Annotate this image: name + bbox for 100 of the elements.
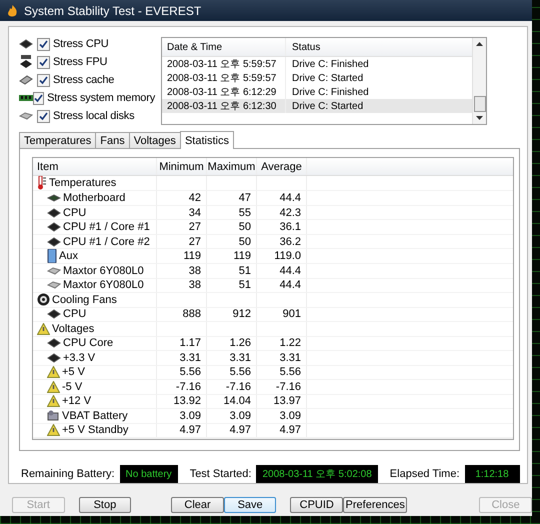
group-label: Temperatures (49, 177, 116, 190)
table-cell: 44.4 (257, 278, 307, 292)
item-label: CPU #1 / Core #1 (63, 221, 150, 234)
table-cell: 3.31 (207, 351, 257, 365)
item-label: +5 V Standby (62, 424, 128, 436)
log-time: 2008-03-11 오후 6:12:30 (162, 99, 286, 113)
table-cell: 119 (207, 249, 257, 264)
dialog-button[interactable]: Preferences (343, 497, 408, 513)
item-label: VBAT Battery (62, 410, 128, 422)
tab[interactable]: Temperatures (19, 132, 96, 148)
table-cell: 42.3 (257, 206, 307, 220)
tab[interactable]: Voltages (128, 132, 181, 148)
table-cell: -7.16 (207, 380, 257, 394)
table-cell: 3.31 (257, 351, 307, 365)
table-cell: 13.97 (257, 394, 307, 408)
table-cell: 912 (207, 308, 257, 322)
dialog-button[interactable]: CPUID (290, 497, 344, 513)
status-display: No battery (120, 465, 178, 483)
column-header[interactable]: Status (286, 42, 320, 52)
table-cell: 27 (157, 234, 207, 248)
log-row[interactable]: 2008-03-11 오후 5:59:57 Drive C: Finished (162, 57, 472, 71)
table-cell: 1.26 (207, 336, 257, 350)
table-cell: 44.4 (257, 264, 307, 278)
table-cell: -7.16 (157, 380, 207, 394)
group-label: Cooling Fans (52, 294, 117, 306)
tab[interactable]: Fans (95, 132, 130, 148)
table-cell: 888 (157, 308, 207, 322)
checkbox-label: Stress system memory (47, 92, 155, 104)
log-status: Drive C: Started (291, 100, 364, 112)
log-status: Drive C: Started (291, 72, 364, 84)
log-time: 2008-03-11 오후 5:59:57 (162, 71, 286, 85)
dialog-button[interactable]: Stop (78, 497, 132, 513)
item-label: +12 V (62, 395, 92, 408)
tab[interactable]: Statistics (180, 131, 234, 149)
table-cell: 42 (157, 191, 207, 205)
table-cell: 50 (207, 234, 257, 248)
table-cell: 1.22 (257, 336, 307, 350)
checkbox-label: Stress cache (53, 74, 114, 86)
dialog-button[interactable]: Clear (171, 497, 224, 513)
item-label: Aux (59, 250, 78, 262)
table-cell: 44.4 (257, 191, 307, 205)
table-cell: 51 (207, 264, 257, 278)
item-label: CPU (63, 206, 86, 219)
table-cell: 36.1 (257, 220, 307, 234)
table-cell: 5.56 (257, 366, 307, 380)
checkbox-label: Stress FPU (53, 56, 108, 68)
table-cell: 34 (157, 206, 207, 220)
column-header[interactable]: Maximum (207, 158, 257, 176)
table-cell: 47 (207, 191, 257, 205)
item-label: CPU (63, 308, 86, 320)
table-cell: 3.09 (157, 409, 207, 423)
table-cell: 4.97 (157, 424, 207, 438)
log-status: Drive C: Finished (291, 58, 369, 70)
checkbox-label: Stress local disks (53, 110, 134, 122)
item-label: CPU #1 / Core #2 (63, 236, 150, 248)
table-cell: 51 (207, 278, 257, 292)
status-display: 2008-03-11 오후 5:02:08 (256, 465, 378, 483)
table-cell: 27 (157, 220, 207, 234)
item-label: CPU Core (63, 337, 114, 350)
item-label: +3.3 V (63, 352, 96, 364)
table-cell: 901 (257, 308, 307, 322)
table-cell: -7.16 (257, 380, 307, 394)
table-cell: 38 (157, 278, 207, 292)
table-cell: 119 (157, 249, 207, 264)
table-cell: 3.09 (257, 409, 307, 423)
log-status: Drive C: Finished (291, 86, 369, 98)
column-header[interactable]: Date & Time (162, 38, 286, 56)
table-cell: 36.2 (257, 234, 307, 248)
table-cell: 13.92 (157, 394, 207, 408)
column-header[interactable]: Minimum (157, 158, 207, 176)
status-display: 1:12:18 (464, 465, 520, 483)
status-label: Remaining Battery: (21, 468, 115, 480)
table-cell: 14.04 (207, 394, 257, 408)
table-cell: 50 (207, 220, 257, 234)
table-cell: 55 (207, 206, 257, 220)
table-cell: 4.97 (257, 424, 307, 438)
item-label: Maxtor 6Y080L0 (63, 279, 144, 292)
item-label: Maxtor 6Y080L0 (63, 265, 144, 277)
item-label: Motherboard (63, 192, 126, 204)
table-cell: 38 (157, 264, 207, 278)
log-row[interactable]: 2008-03-11 오후 5:59:57 Drive C: Started (162, 71, 472, 85)
table-cell: 1.17 (157, 336, 207, 350)
column-header[interactable]: Item (33, 158, 157, 176)
column-header[interactable]: Average (257, 158, 307, 176)
table-cell: 3.31 (157, 351, 207, 365)
group-label: Voltages (52, 322, 94, 335)
dialog-button[interactable]: Save (224, 497, 276, 513)
window-title: System Stability Test - EVEREST (24, 4, 202, 18)
checkbox-label: Stress CPU (53, 38, 108, 50)
log-row[interactable]: 2008-03-11 오후 6:12:30 Drive C: Started (162, 99, 472, 113)
status-label: Elapsed Time: (390, 468, 460, 480)
status-label: Test Started: (190, 468, 252, 480)
table-cell: 5.56 (207, 366, 257, 380)
item-label: -5 V (62, 380, 82, 393)
log-time: 2008-03-11 오후 5:59:57 (162, 57, 286, 71)
table-cell: 4.97 (207, 424, 257, 438)
table-cell: 3.09 (207, 409, 257, 423)
table-cell: 5.56 (157, 366, 207, 380)
item-label: +5 V (62, 366, 85, 378)
table-cell: 119.0 (257, 249, 307, 264)
